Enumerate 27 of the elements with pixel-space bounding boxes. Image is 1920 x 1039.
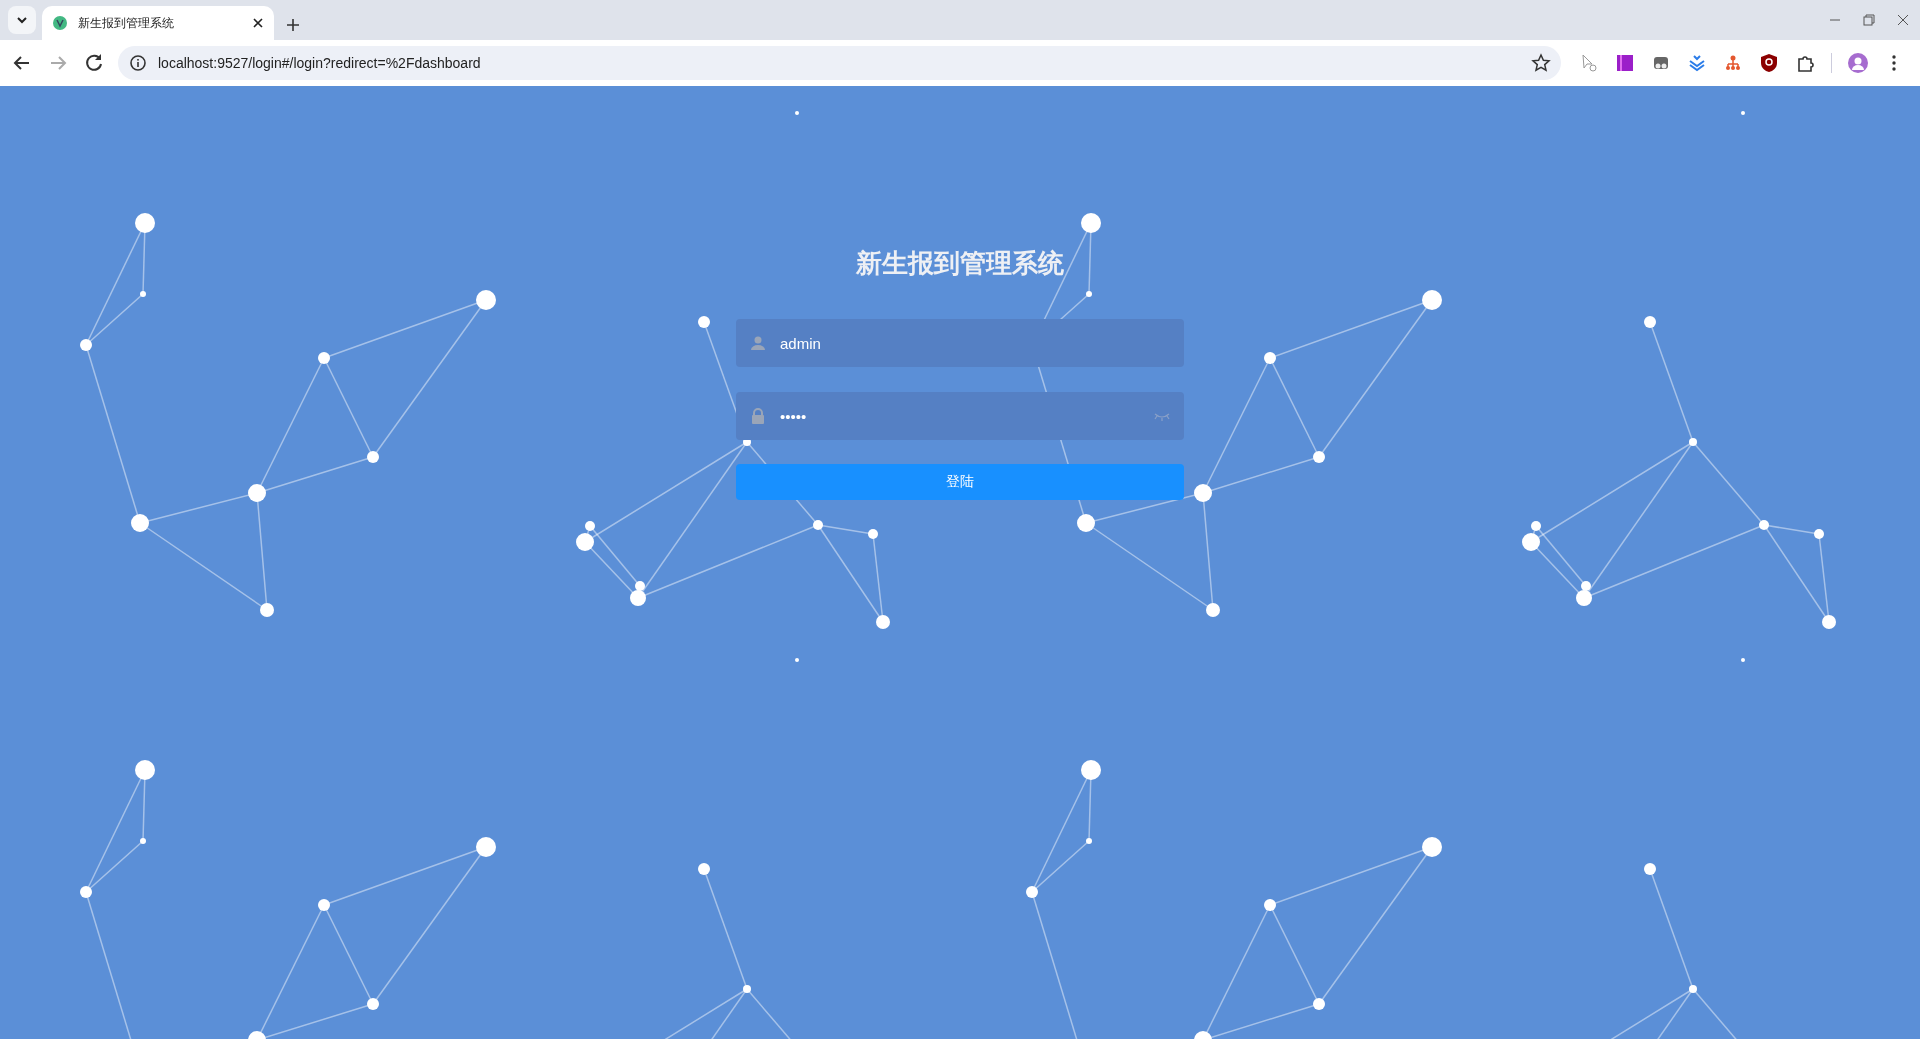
- tab-title: 新生报到管理系统: [78, 14, 175, 32]
- restore-icon[interactable]: [1862, 13, 1876, 27]
- url-text: localhost:9527/login#/login?redirect=%2Fdashboard: [158, 55, 482, 71]
- close-tab-icon[interactable]: [252, 17, 264, 29]
- password-field[interactable]: •••••: [736, 392, 1184, 440]
- avatar-icon[interactable]: [1848, 53, 1868, 73]
- info-icon[interactable]: [128, 53, 148, 73]
- puzzle-icon[interactable]: [1795, 53, 1815, 73]
- caret-icon: [16, 14, 28, 26]
- login-button[interactable]: 登陆: [736, 464, 1184, 500]
- username-input[interactable]: admin: [778, 333, 1170, 353]
- browser-tab[interactable]: 新生报到管理系统: [42, 6, 274, 40]
- rp-extension-icon[interactable]: [1615, 53, 1635, 73]
- layers-icon[interactable]: [1687, 53, 1707, 73]
- close-icon[interactable]: [1896, 13, 1910, 27]
- user-icon: [750, 335, 766, 351]
- star-icon[interactable]: [1531, 53, 1551, 73]
- logo-icon: [52, 15, 68, 31]
- login-title: 新生报到管理系统: [856, 247, 1064, 280]
- cursor-icon[interactable]: [1579, 53, 1599, 73]
- username-field[interactable]: admin: [736, 319, 1184, 367]
- hierarchy-icon[interactable]: [1723, 53, 1743, 73]
- password-input[interactable]: •••••: [778, 406, 1142, 426]
- shield-icon[interactable]: [1759, 53, 1779, 73]
- tab-menu-button[interactable]: [8, 6, 36, 34]
- lock-icon: [750, 408, 766, 424]
- address-bar[interactable]: localhost:9527/login#/login?redirect=%2Fdashboard: [118, 46, 1561, 80]
